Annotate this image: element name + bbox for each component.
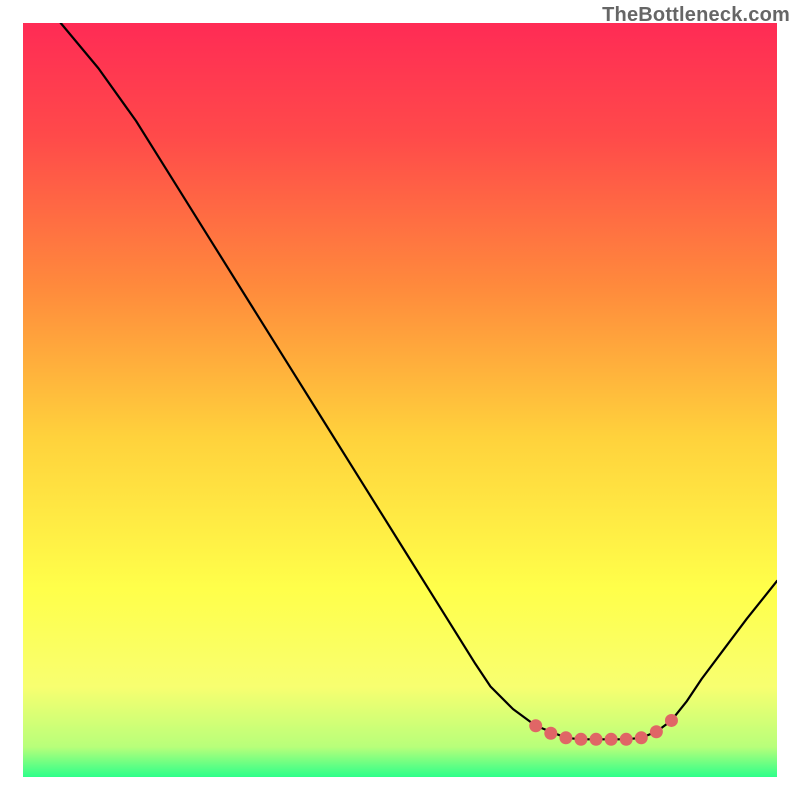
optimal-marker xyxy=(529,719,542,732)
optimal-marker xyxy=(590,733,603,746)
watermark-text: TheBottleneck.com xyxy=(602,4,790,27)
chart-stage: TheBottleneck.com xyxy=(0,0,800,800)
chart-area xyxy=(23,23,777,777)
optimal-marker xyxy=(605,733,618,746)
optimal-marker xyxy=(665,714,678,727)
chart-background xyxy=(23,23,777,777)
optimal-marker xyxy=(620,733,633,746)
optimal-marker xyxy=(650,725,663,738)
optimal-marker xyxy=(635,731,648,744)
optimal-marker xyxy=(559,731,572,744)
chart-svg xyxy=(23,23,777,777)
optimal-marker xyxy=(544,727,557,740)
optimal-marker xyxy=(574,733,587,746)
